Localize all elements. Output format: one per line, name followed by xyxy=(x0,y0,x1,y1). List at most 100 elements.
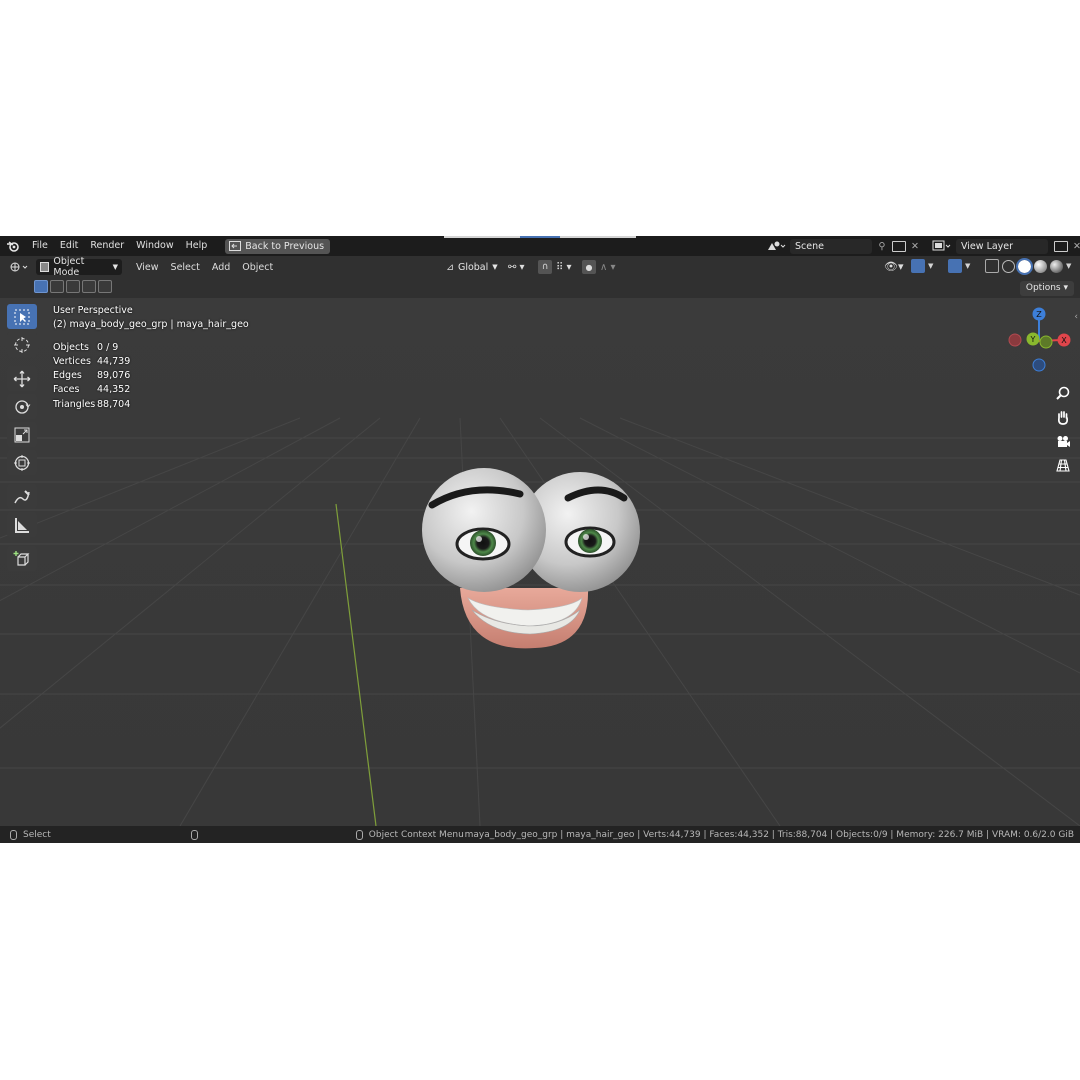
gizmo-toggle-icon[interactable] xyxy=(911,259,925,273)
visibility-icon[interactable]: 👁▾ xyxy=(884,260,908,273)
transform-tool-icon[interactable] xyxy=(7,450,37,475)
chevron-down-icon: ▼ xyxy=(492,263,498,271)
view-layer-icon[interactable] xyxy=(932,240,954,252)
editor-type-icon[interactable] xyxy=(0,261,30,273)
mode-label: Object Mode xyxy=(53,256,85,278)
navigation-gizmo[interactable]: Z X Y xyxy=(1006,302,1076,372)
blender-window: File Edit Render Window Help Back to Pre… xyxy=(0,236,1080,843)
chevron-down-icon[interactable]: ▼ xyxy=(965,262,973,270)
mode-dropdown[interactable]: Object Mode ▼ xyxy=(36,256,122,278)
remove-scene-icon[interactable]: ✕ xyxy=(908,241,922,252)
measure-tool-icon[interactable] xyxy=(7,512,37,537)
select-invert-icon[interactable] xyxy=(82,280,96,293)
status-context-hint: Object Context Menu xyxy=(368,829,464,840)
select-extend-icon[interactable] xyxy=(50,280,64,293)
select-box-tool-icon[interactable] xyxy=(7,304,37,329)
scale-tool-icon[interactable] xyxy=(7,422,37,447)
viewport-info-overlay: User Perspective (2) maya_body_geo_grp |… xyxy=(53,304,249,412)
stat-label: Triangles xyxy=(53,398,96,410)
sidebar-toggle-icon[interactable]: ‹ xyxy=(1074,312,1078,322)
mouse-middle-icon xyxy=(190,829,198,840)
solid-shading-icon[interactable] xyxy=(1016,257,1033,275)
gizmo-x-label: X xyxy=(1061,336,1067,345)
object-mode-icon xyxy=(40,262,50,272)
menu-window[interactable]: Window xyxy=(130,236,179,256)
menu-select[interactable]: Select xyxy=(165,262,206,273)
rotate-tool-icon[interactable] xyxy=(7,394,37,419)
viewport-display-controls: 👁▾ ▼ ▼ ▼ xyxy=(884,257,1076,275)
add-cube-tool-icon[interactable] xyxy=(7,546,37,571)
pin-icon[interactable]: ⚲ xyxy=(874,241,890,252)
scene-icon[interactable] xyxy=(766,240,788,252)
stat-label: Objects xyxy=(53,341,89,353)
tool-shelf xyxy=(7,304,39,574)
stat-value: 88,704 xyxy=(97,398,131,410)
scene-statistics: Objects 0 / 9 Vertices 44,739 Edges 89,0… xyxy=(53,341,249,412)
selection-mode-buttons xyxy=(34,280,112,293)
select-subtract-icon[interactable] xyxy=(66,280,80,293)
menu-object[interactable]: Object xyxy=(236,262,279,273)
back-icon xyxy=(229,241,242,251)
annotate-tool-icon[interactable] xyxy=(7,484,37,509)
menu-add[interactable]: Add xyxy=(206,262,236,273)
menu-render[interactable]: Render xyxy=(84,236,130,256)
wireframe-shading-icon[interactable] xyxy=(1002,259,1015,273)
view-layer-field[interactable]: View Layer xyxy=(956,238,1048,254)
proportional-edit-icon[interactable]: ● xyxy=(582,260,596,274)
scene-selector: Scene ⚲ ✕ View Layer ✕ xyxy=(766,238,1080,254)
overlays-toggle-icon[interactable] xyxy=(948,259,962,273)
top-bar: File Edit Render Window Help Back to Pre… xyxy=(0,236,1080,256)
new-view-layer-icon[interactable] xyxy=(1054,240,1068,252)
chevron-down-icon: ▼ xyxy=(112,263,118,271)
remove-view-layer-icon[interactable]: ✕ xyxy=(1070,241,1080,252)
menu-view[interactable]: View xyxy=(130,262,165,273)
chevron-down-icon[interactable]: ▼ xyxy=(928,262,936,270)
move-tool-icon[interactable] xyxy=(7,366,37,391)
view-perspective-label: User Perspective xyxy=(53,305,133,316)
back-to-previous-label: Back to Previous xyxy=(245,240,325,252)
snap-target-icon[interactable]: ⠿ ▾ xyxy=(556,262,578,273)
status-bar: Select Object Context Menu maya_body_geo… xyxy=(0,826,1080,843)
new-scene-icon[interactable] xyxy=(892,240,906,252)
options-dropdown[interactable]: Options ▾ xyxy=(1019,281,1074,296)
stat-label: Edges xyxy=(53,370,82,382)
character-model[interactable] xyxy=(410,448,650,668)
orientation-dropdown[interactable]: ⊿ Global ▼ xyxy=(442,259,504,275)
stat-value: 44,739 xyxy=(97,355,131,367)
camera-icon[interactable] xyxy=(1052,430,1074,452)
blender-logo-icon[interactable] xyxy=(0,236,26,256)
scene-name-field[interactable]: Scene xyxy=(790,238,872,254)
status-select-hint: Select xyxy=(23,829,51,840)
gizmo-y-label: Y xyxy=(1030,335,1036,344)
zoom-icon[interactable] xyxy=(1052,382,1074,404)
snap-icon[interactable]: ∩ xyxy=(538,260,552,274)
menu-edit[interactable]: Edit xyxy=(54,236,84,256)
material-shading-icon[interactable] xyxy=(1034,259,1047,273)
orientation-icon: ⊿ xyxy=(446,261,454,273)
stat-label: Vertices xyxy=(53,355,91,367)
perspective-grid-icon[interactable] xyxy=(1052,454,1074,476)
gizmo-z-label: Z xyxy=(1036,310,1042,319)
back-to-previous-button[interactable]: Back to Previous xyxy=(225,238,331,254)
orientation-label: Global xyxy=(457,261,489,273)
xray-toggle-icon[interactable] xyxy=(985,259,999,273)
cursor-tool-icon[interactable] xyxy=(7,332,37,357)
select-new-icon[interactable] xyxy=(34,280,48,293)
chevron-down-icon[interactable]: ▼ xyxy=(1066,262,1076,270)
select-intersect-icon[interactable] xyxy=(98,280,112,293)
mouse-right-icon xyxy=(355,829,363,840)
active-workspace-indicator xyxy=(520,236,560,238)
rendered-shading-icon[interactable] xyxy=(1050,259,1063,273)
stat-value: 0 / 9 xyxy=(97,341,119,353)
active-collection-label: (2) maya_body_geo_grp | maya_hair_geo xyxy=(53,319,249,331)
mouse-left-icon xyxy=(10,829,17,840)
menu-help[interactable]: Help xyxy=(180,236,214,256)
options-label: Options xyxy=(1025,283,1061,293)
falloff-icon[interactable]: ∧ ▾ xyxy=(600,262,622,273)
hand-pan-icon[interactable] xyxy=(1052,406,1074,428)
transform-controls: ⊿ Global ▼ ⚯ ▾ ∩ ⠿ ▾ ● ∧ ▾ xyxy=(442,259,622,275)
viewport-header: Object Mode ▼ View Select Add Object ⊿ G… xyxy=(0,256,1080,278)
stat-value: 89,076 xyxy=(97,370,131,382)
pivot-icon[interactable]: ⚯ ▾ xyxy=(508,262,534,273)
menu-file[interactable]: File xyxy=(26,236,54,256)
